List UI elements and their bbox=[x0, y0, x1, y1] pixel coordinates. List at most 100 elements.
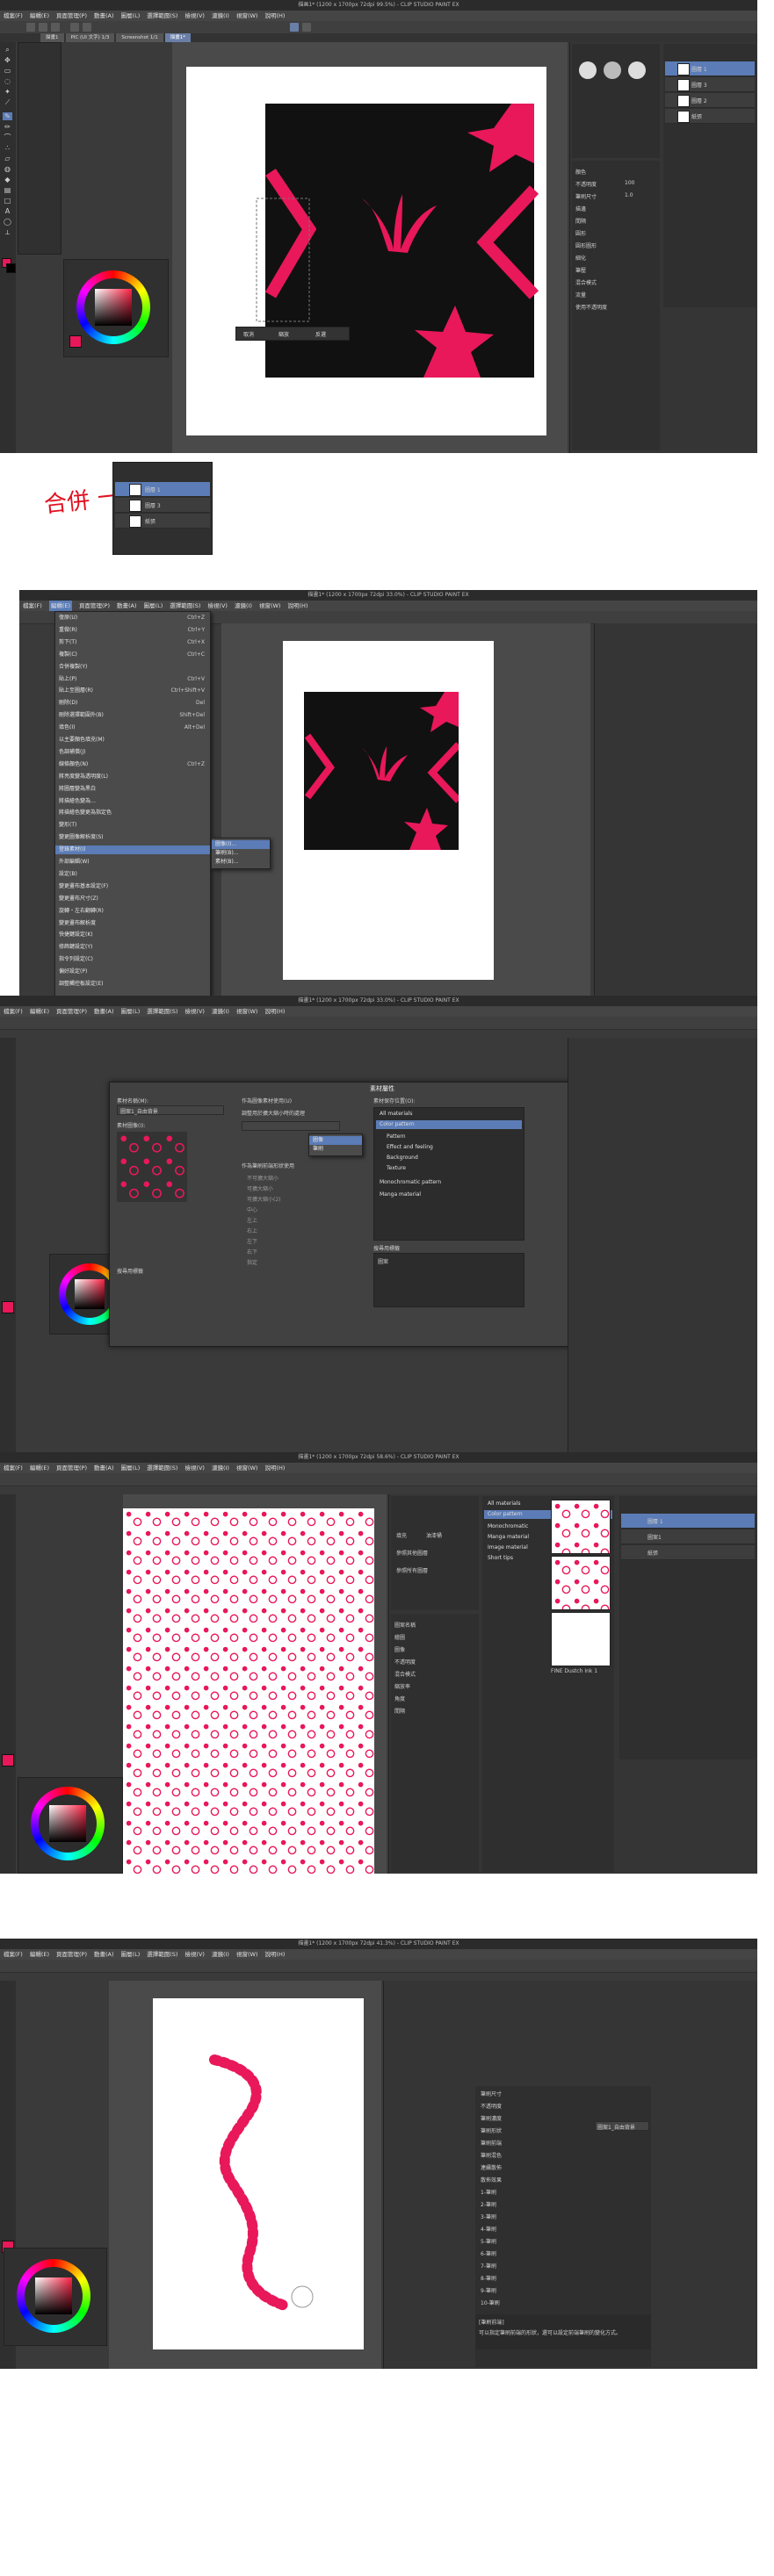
menu5-edit[interactable]: 編輯(E) bbox=[30, 1949, 49, 1960]
layer-row-3[interactable]: 圖層 2 bbox=[665, 93, 755, 108]
text-icon[interactable]: A bbox=[3, 207, 12, 215]
launcher-scale-button[interactable]: 縮放 bbox=[278, 330, 289, 338]
brush-tip-soft[interactable] bbox=[604, 61, 621, 79]
layer4-row-1[interactable]: 圖層 1 bbox=[621, 1514, 755, 1529]
sub-color-swatch[interactable] bbox=[6, 263, 16, 273]
edit-menu-item[interactable]: 將圖層變為黑白 bbox=[55, 785, 210, 794]
tab-canvas-3[interactable]: Screenshot 1/1 bbox=[116, 33, 163, 42]
menu-file[interactable]: 檔案(F) bbox=[4, 11, 23, 21]
tree-all-materials[interactable]: All materials bbox=[380, 1110, 413, 1119]
menu2-help[interactable]: 說明(H) bbox=[287, 601, 307, 611]
menu4-help[interactable]: 說明(H) bbox=[264, 1463, 285, 1473]
menu5-filter[interactable]: 濾鏡(I) bbox=[212, 1949, 229, 1960]
brush-setting-item[interactable]: 散佈效果 bbox=[481, 2176, 502, 2184]
menu4-select[interactable]: 選擇範圍(S) bbox=[147, 1463, 177, 1473]
menu5-animation[interactable]: 動畫(A) bbox=[94, 1949, 114, 1960]
current-color-swatch[interactable] bbox=[69, 335, 82, 348]
mat4-tree-manga[interactable]: Manga material bbox=[488, 1533, 529, 1542]
layer-row-1[interactable]: 圖層 1 bbox=[665, 61, 755, 76]
edit-menu-item[interactable]: 填色(I) Alt+Del bbox=[55, 723, 210, 732]
redo-icon[interactable] bbox=[83, 23, 91, 32]
tree-background[interactable]: Background bbox=[387, 1154, 418, 1162]
edit-menu-item[interactable]: 以主要顏色填充(M) bbox=[55, 736, 210, 745]
brush-setting-item[interactable]: 5-筆刷 bbox=[481, 2237, 496, 2245]
submenu-brush[interactable]: 筆刷(B)... bbox=[212, 849, 270, 858]
option-8[interactable]: 右上 bbox=[247, 1227, 257, 1234]
zoom-icon[interactable]: ⌕ bbox=[3, 46, 12, 54]
layer4-row-3[interactable]: 紙張 bbox=[621, 1545, 755, 1560]
option-3[interactable]: 不可擴大縮小 bbox=[247, 1174, 278, 1182]
fill-icon[interactable]: ◆ bbox=[3, 176, 12, 183]
material-tile-2[interactable] bbox=[551, 1556, 611, 1610]
tree-pattern[interactable]: Pattern bbox=[387, 1133, 406, 1141]
menu3-filter[interactable]: 濾鏡(I) bbox=[212, 1006, 229, 1017]
brush-setting-item[interactable]: 筆刷混色 bbox=[481, 2151, 502, 2159]
material-tile-1[interactable] bbox=[551, 1500, 611, 1554]
subtool-fill[interactable]: 填充 bbox=[396, 1531, 407, 1539]
edit-menu-item[interactable]: 刪除選擇範圍外(B) Shift+Del bbox=[55, 711, 210, 720]
menu2-window[interactable]: 視窗(W) bbox=[259, 601, 281, 611]
mat4-tree-tips[interactable]: Short tips bbox=[488, 1554, 513, 1563]
menu4-edit[interactable]: 編輯(E) bbox=[30, 1463, 49, 1473]
brush-setting-item[interactable]: 1-筆刷 bbox=[481, 2188, 496, 2196]
menu5-window[interactable]: 視窗(W) bbox=[236, 1949, 258, 1960]
layer-row-4[interactable]: 紙張 bbox=[665, 109, 755, 124]
menu3-page[interactable]: 頁面管理(P) bbox=[56, 1006, 87, 1017]
option-9[interactable]: 左下 bbox=[247, 1237, 257, 1245]
ruler-tool-icon[interactable]: ⟂ bbox=[3, 228, 12, 236]
pen-icon[interactable]: ✎ bbox=[3, 112, 12, 120]
edit-menu-item[interactable]: 偏好設定(P) bbox=[55, 968, 210, 976]
menu3-view[interactable]: 檢視(V) bbox=[184, 1006, 205, 1017]
option-5[interactable]: 可擴大縮小(2) bbox=[247, 1195, 281, 1203]
tab-canvas-4[interactable]: 描畫1* bbox=[164, 33, 191, 42]
edit-menu-item[interactable]: 設定(B) bbox=[55, 870, 210, 879]
eyedropper-icon[interactable]: ⟋ bbox=[3, 98, 12, 106]
edit-menu-item[interactable]: 旋轉・左右翻轉(R) bbox=[55, 907, 210, 916]
menu4-animation[interactable]: 動畫(A) bbox=[94, 1463, 114, 1473]
brush-setting-item[interactable]: 筆刷前端 bbox=[481, 2139, 502, 2147]
menu4-window[interactable]: 視窗(W) bbox=[236, 1463, 258, 1473]
edit-menu-item[interactable]: 快捷鍵設定(K) bbox=[55, 931, 210, 939]
menu-edit[interactable]: 編輯(E) bbox=[30, 11, 49, 21]
menu3-help[interactable]: 說明(H) bbox=[264, 1006, 285, 1017]
brush-setting-item[interactable]: 筆刷尺寸 bbox=[481, 2090, 502, 2097]
menu-layer[interactable]: 圖層(L) bbox=[121, 11, 141, 21]
usage-dropdown[interactable] bbox=[242, 1121, 340, 1131]
brush-setting-item[interactable]: 9-筆刷 bbox=[481, 2286, 496, 2294]
tree-texture[interactable]: Texture bbox=[387, 1164, 406, 1173]
edit-menu-item[interactable]: 刪除(D) Del bbox=[55, 699, 210, 708]
menu2-page[interactable]: 頁面管理(P) bbox=[79, 601, 110, 611]
edit-menu-item[interactable]: 修飾鍵設定(Y) bbox=[55, 943, 210, 952]
menu3-layer[interactable]: 圖層(L) bbox=[121, 1006, 141, 1017]
edit-menu-item[interactable]: 合併複製(Y) bbox=[55, 663, 210, 672]
prop-opacity-value[interactable]: 100 bbox=[625, 180, 634, 186]
menu5-file[interactable]: 檔案(F) bbox=[4, 1949, 23, 1960]
submenu-material[interactable]: 素材(B)... bbox=[212, 858, 270, 867]
menu2-file[interactable]: 檔案(F) bbox=[23, 601, 42, 611]
menu3-animation[interactable]: 動畫(A) bbox=[94, 1006, 114, 1017]
open-icon[interactable] bbox=[39, 23, 47, 32]
blend-icon[interactable]: ◍ bbox=[3, 165, 12, 173]
snap-icon[interactable] bbox=[290, 23, 299, 32]
edit-menu-item[interactable]: 剪下(T) Ctrl+X bbox=[55, 638, 210, 647]
edit-menu-item[interactable]: 將亮度變為透明度(L) bbox=[55, 773, 210, 781]
brush-tip-value-field[interactable]: 圖案1_自由背景 bbox=[595, 2121, 649, 2131]
launcher-invert-button[interactable]: 反選 bbox=[315, 330, 326, 338]
menu4-layer[interactable]: 圖層(L) bbox=[121, 1463, 141, 1473]
eraser-icon[interactable]: ▱ bbox=[3, 155, 12, 162]
edit-menu-item[interactable]: 貼上至圖層(R) Ctrl+Shift+V bbox=[55, 687, 210, 695]
dropdown-brush[interactable]: 筆刷 bbox=[309, 1145, 362, 1154]
tag-box[interactable]: 圖案 bbox=[373, 1253, 524, 1307]
edit-menu-item[interactable]: 變更圖像解析度(S) bbox=[55, 833, 210, 842]
new-icon[interactable] bbox=[26, 23, 35, 32]
edit-menu-item[interactable]: 複製(C) Ctrl+C bbox=[55, 651, 210, 659]
menu5-layer[interactable]: 圖層(L) bbox=[121, 1949, 141, 1960]
brush-setting-item[interactable]: 6-筆刷 bbox=[481, 2249, 496, 2257]
edit-menu-item[interactable]: 外部編輯(W) bbox=[55, 858, 210, 867]
option-4[interactable]: 可擴大縮小 bbox=[247, 1184, 273, 1192]
menu-page[interactable]: 頁面管理(P) bbox=[56, 11, 87, 21]
menu2-select[interactable]: 選擇範圍(S) bbox=[170, 601, 200, 611]
brush-tip-round[interactable] bbox=[579, 61, 597, 79]
prop-brush-size-value[interactable]: 1.0 bbox=[625, 192, 633, 198]
brush-setting-item[interactable]: 8-筆刷 bbox=[481, 2274, 496, 2282]
